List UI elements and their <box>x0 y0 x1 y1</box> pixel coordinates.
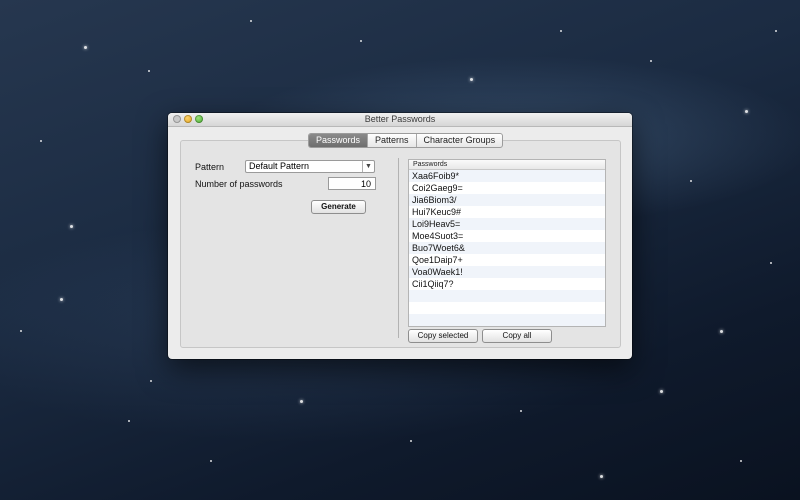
copy-selected-button[interactable]: Copy selected <box>408 329 478 343</box>
tab-patterns[interactable]: Patterns <box>368 134 417 147</box>
window-title: Better Passwords <box>364 114 436 124</box>
list-item[interactable]: Qoe1Daip7+ <box>409 254 605 266</box>
pattern-select[interactable]: Default Pattern ▼ <box>245 160 375 173</box>
empty-list-row <box>409 314 605 326</box>
list-item[interactable]: Moe4Suot3= <box>409 230 605 242</box>
list-item[interactable]: Coi2Gaeg9= <box>409 182 605 194</box>
tab-character-groups[interactable]: Character Groups <box>417 134 503 147</box>
list-item[interactable]: Voa0Waek1! <box>409 266 605 278</box>
list-item[interactable]: Loi9Heav5= <box>409 218 605 230</box>
list-header[interactable]: Passwords <box>409 160 605 170</box>
password-list[interactable]: Passwords Xaa6Foib9* Coi2Gaeg9= Jia6Biom3/… <box>408 159 606 327</box>
tab-bar: Passwords Patterns Character Groups <box>308 133 504 148</box>
vertical-divider <box>398 158 399 338</box>
app-window: Better Passwords Passwords Patterns Char… <box>168 113 632 359</box>
empty-list-row <box>409 290 605 302</box>
empty-list-row <box>409 302 605 314</box>
tab-passwords[interactable]: Passwords <box>309 134 369 147</box>
copy-all-button[interactable]: Copy all <box>482 329 552 343</box>
title-bar[interactable]: Better Passwords <box>168 113 632 127</box>
chevron-down-icon: ▼ <box>362 161 374 172</box>
passwords-panel: Pattern Default Pattern ▼ Number of pass… <box>180 140 621 348</box>
pattern-select-value: Default Pattern <box>249 161 310 171</box>
password-count-field[interactable]: 10 <box>328 177 376 190</box>
list-item[interactable]: Jia6Biom3/ <box>409 194 605 206</box>
count-label: Number of passwords <box>195 179 283 189</box>
pattern-label: Pattern <box>195 162 225 172</box>
list-item[interactable]: Buo7Woet6& <box>409 242 605 254</box>
list-item[interactable]: Xaa6Foib9* <box>409 170 605 182</box>
list-item[interactable]: Cii1Qiiq7? <box>409 278 605 290</box>
generate-button[interactable]: Generate <box>311 200 366 214</box>
list-item[interactable]: Hui7Keuc9# <box>409 206 605 218</box>
